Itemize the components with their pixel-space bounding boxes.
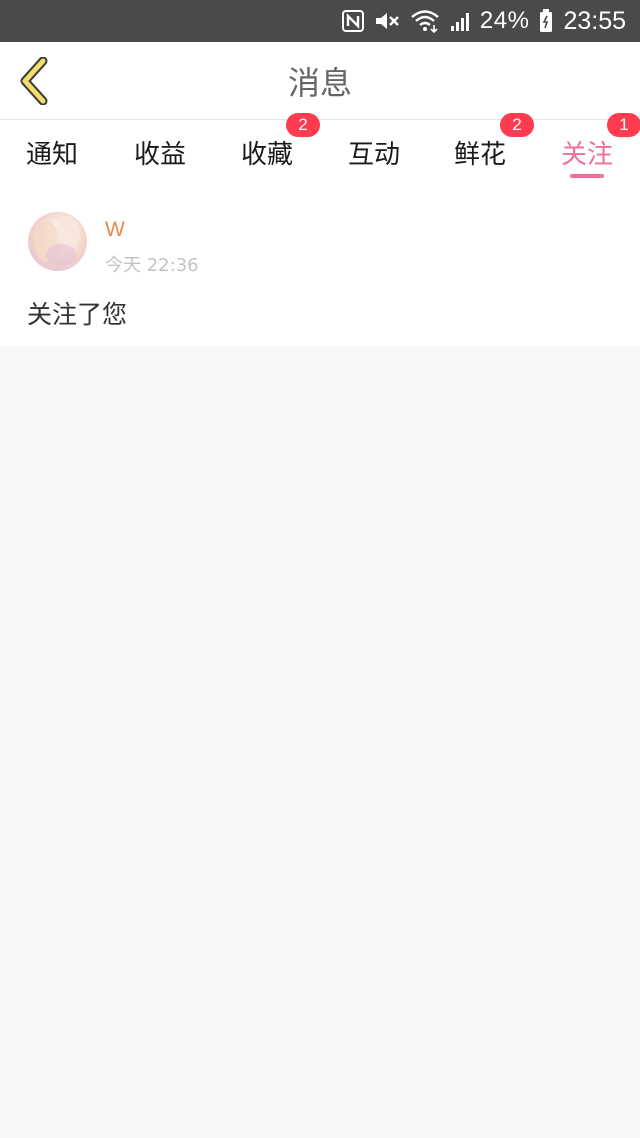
nfc-icon <box>341 10 364 32</box>
tab-label: 关注 <box>560 139 613 170</box>
tab-label: 鲜花 <box>453 139 506 170</box>
nav-header: 消息 <box>0 42 640 120</box>
status-bar: 24% 23:55 <box>0 0 640 42</box>
tab-interactions[interactable]: 互动 <box>324 120 424 184</box>
avatar[interactable] <box>28 212 87 271</box>
signal-icon <box>450 10 472 32</box>
tab-label: 收藏 <box>240 139 293 170</box>
username[interactable]: W <box>105 218 125 242</box>
message-time: 今天 22:36 <box>105 255 199 276</box>
favorites-badge: 2 <box>286 113 320 137</box>
wifi-icon <box>410 9 440 33</box>
mute-icon <box>374 10 400 32</box>
tab-notifications[interactable]: 通知 <box>2 120 102 184</box>
tab-label: 收益 <box>133 139 186 170</box>
active-tab-indicator <box>570 174 604 178</box>
tab-earnings[interactable]: 收益 <box>110 120 210 184</box>
battery-icon <box>539 9 553 33</box>
follows-badge: 1 <box>607 113 640 137</box>
battery-percent: 24% <box>479 7 530 34</box>
clock: 23:55 <box>563 6 626 35</box>
flowers-badge: 2 <box>500 113 534 137</box>
tab-label: 通知 <box>25 139 78 170</box>
message-text: 关注了您 <box>27 300 128 329</box>
list-item[interactable]: W 今天 22:36 关注了您 <box>0 184 640 346</box>
page-title: 消息 <box>287 64 352 102</box>
tab-bar: 通知 收益 收藏 互动 鲜花 关注 <box>0 120 640 184</box>
tab-label: 互动 <box>347 139 400 170</box>
